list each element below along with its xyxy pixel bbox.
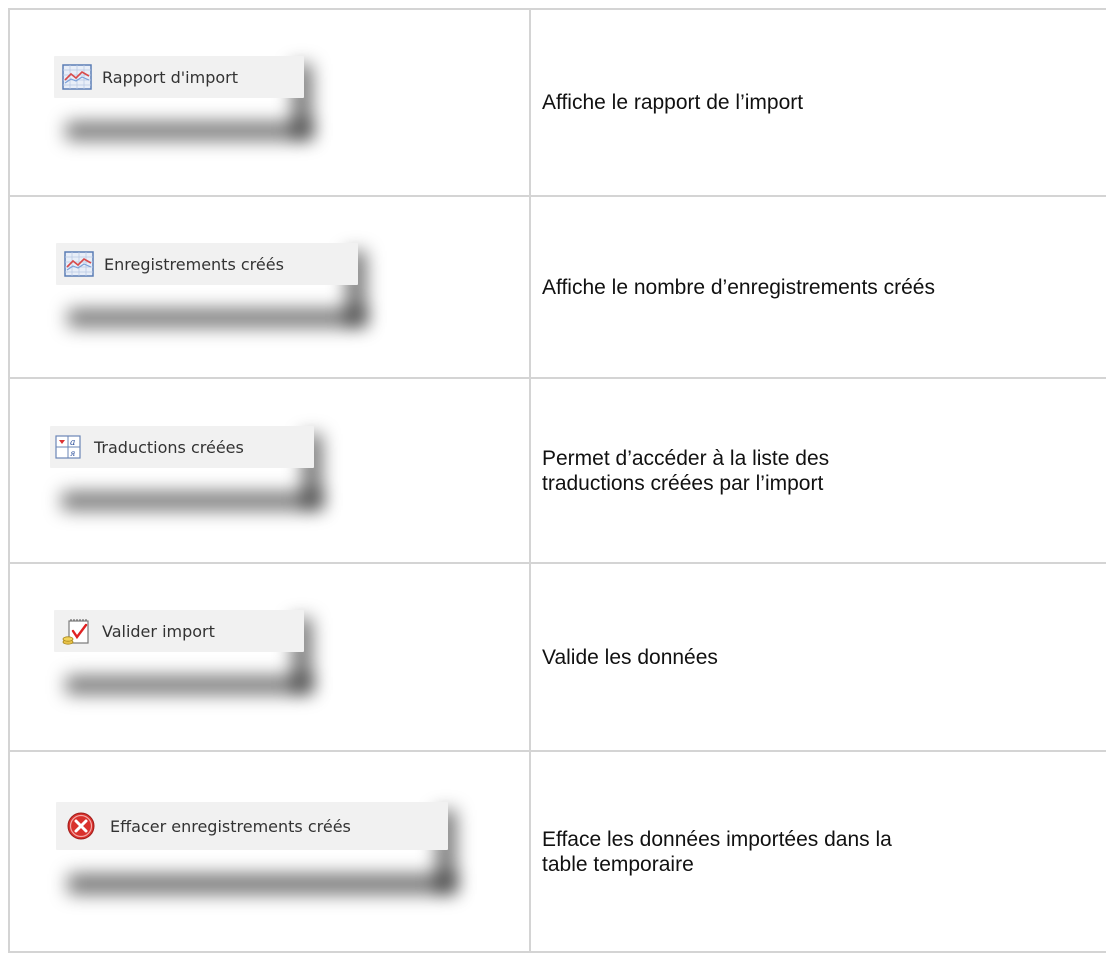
button-cell: Enregistrements créés bbox=[8, 195, 531, 379]
description-text: Efface les données importées dans la tab… bbox=[542, 827, 892, 876]
table-row: Enregistrements créés Affiche le nombre … bbox=[8, 195, 1106, 379]
chart-icon bbox=[62, 64, 92, 90]
table-row: Effacer enregistrements créés Efface les… bbox=[8, 750, 1106, 953]
description-cell: Permet d’accéder à la liste des traducti… bbox=[529, 377, 1106, 564]
button-cell: a я Traductions créées bbox=[8, 377, 531, 564]
effacer-enregistrements-button[interactable]: Effacer enregistrements créés bbox=[56, 802, 448, 850]
button-label: Rapport d'import bbox=[102, 67, 238, 87]
table-row: Rapport d'import Affiche le rapport de l… bbox=[8, 8, 1106, 197]
button-label: Effacer enregistrements créés bbox=[110, 816, 351, 836]
table-row: a я Traductions créées Permet d’accéder … bbox=[8, 377, 1106, 564]
chart-icon bbox=[64, 251, 94, 277]
button-label: Valider import bbox=[102, 621, 215, 641]
svg-text:я: я bbox=[70, 449, 75, 458]
description-cell: Affiche le rapport de l’import bbox=[529, 8, 1106, 197]
button-label: Traductions créées bbox=[94, 437, 244, 457]
enregistrements-crees-button[interactable]: Enregistrements créés bbox=[56, 243, 358, 285]
description-text: Affiche le rapport de l’import bbox=[542, 91, 804, 114]
button-cell: Valider import bbox=[8, 562, 531, 752]
svg-text:a: a bbox=[70, 438, 75, 448]
table-row: Valider import Valide les données bbox=[8, 562, 1106, 752]
description-cell: Affiche le nombre d’enregistrements créé… bbox=[529, 195, 1106, 379]
rapport-import-button[interactable]: Rapport d'import bbox=[54, 56, 304, 98]
description-text: Affiche le nombre d’enregistrements créé… bbox=[542, 275, 935, 299]
delete-circle-icon bbox=[66, 811, 96, 841]
description-text: Valide les données bbox=[542, 645, 718, 669]
button-label: Enregistrements créés bbox=[104, 254, 284, 274]
translation-icon: a я bbox=[54, 434, 84, 460]
description-cell: Valide les données bbox=[529, 562, 1106, 752]
description-cell: Efface les données importées dans la tab… bbox=[529, 750, 1106, 953]
valider-import-button[interactable]: Valider import bbox=[54, 610, 304, 652]
function-table: Rapport d'import Affiche le rapport de l… bbox=[8, 8, 1106, 953]
traductions-creees-button[interactable]: a я Traductions créées bbox=[50, 426, 314, 468]
button-cell: Effacer enregistrements créés bbox=[8, 750, 531, 953]
description-text: Permet d’accéder à la liste des traducti… bbox=[542, 446, 830, 495]
button-cell: Rapport d'import bbox=[8, 8, 531, 197]
validate-notepad-icon bbox=[62, 618, 92, 645]
